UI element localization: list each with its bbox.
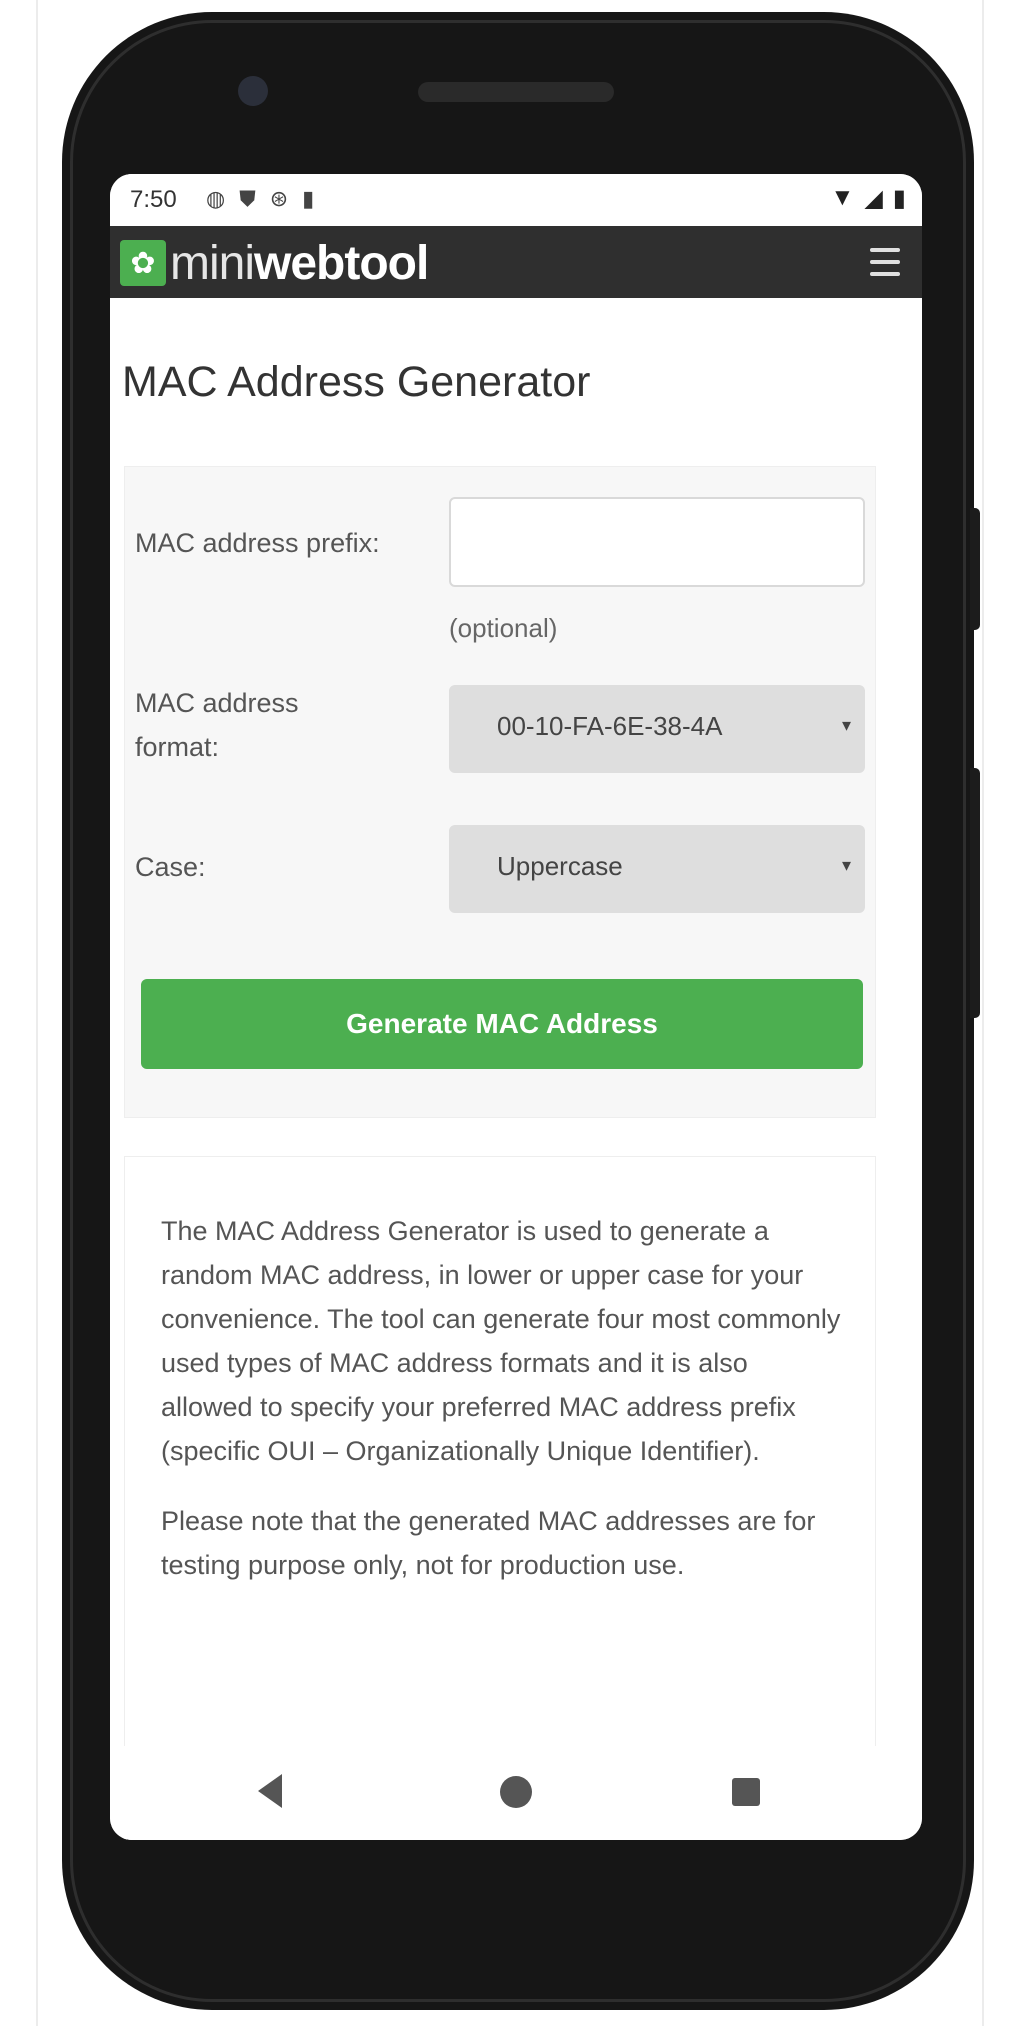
sync-icon: ⊛ [269,186,289,211]
mac-prefix-input[interactable] [449,497,865,587]
status-time: 7:50 [130,186,177,213]
description-paragraph-1: The MAC Address Generator is used to gen… [161,1216,841,1466]
notification-icon: ◍ [206,186,226,211]
case-label: Case: [135,852,206,882]
chevron-down-icon: ▾ [841,855,851,875]
left-edge-line [36,0,38,2026]
clipboard-icon: ▮ [302,186,315,211]
case-selected-value: Uppercase [497,851,623,881]
phone-screen: 7:50 ◍ ⛊ ⊛ ▮ ▼ ◢ ▮ ✿ mini webtool MAC Ad… [110,174,922,1840]
signal-icon: ◢ [864,185,883,212]
app-bar: ✿ mini webtool [110,226,922,298]
shield-icon: ⛊ [239,186,256,211]
chevron-down-icon: ▾ [841,715,851,735]
generate-mac-button[interactable]: Generate MAC Address [141,979,863,1069]
right-edge-line [982,0,984,2026]
battery-icon: ▮ [892,185,906,212]
format-label-line2: format: [135,732,220,762]
logo-text-webtool: webtool [254,236,429,290]
wifi-icon: ▼ [830,184,855,211]
prefix-hint: (optional) [449,613,558,643]
format-label-line1: MAC address [135,688,299,718]
hamburger-menu-icon[interactable] [870,244,900,280]
case-select[interactable]: Uppercase ▾ [449,825,865,913]
power-button [970,768,980,1018]
back-icon[interactable] [258,1774,282,1808]
status-right-icons: ▼ ◢ ▮ [831,184,906,213]
description-paragraph-2: Please note that the generated MAC addre… [161,1506,816,1580]
generator-form: MAC address prefix: (optional) MAC addre… [124,466,876,1118]
gear-icon: ✿ [120,240,166,286]
status-left-icons: ◍ ⛊ ⊛ ▮ [206,186,314,212]
status-bar: 7:50 ◍ ⛊ ⊛ ▮ ▼ ◢ ▮ [110,174,922,226]
mac-format-select[interactable]: 00-10-FA-6E-38-4A ▾ [449,685,865,773]
logo-text-mini: mini [170,236,255,290]
recents-icon[interactable] [732,1778,760,1806]
earpiece-speaker [418,82,614,102]
miniwebtool-logo[interactable]: ✿ mini webtool [120,236,429,290]
page-title: MAC Address Generator [122,358,591,406]
format-selected-value: 00-10-FA-6E-38-4A [497,711,723,741]
volume-button [970,508,980,630]
home-icon[interactable] [500,1776,532,1808]
description-card: The MAC Address Generator is used to gen… [124,1156,876,1840]
front-camera [238,76,268,106]
prefix-label: MAC address prefix: [135,528,380,558]
android-nav-bar [110,1746,922,1840]
